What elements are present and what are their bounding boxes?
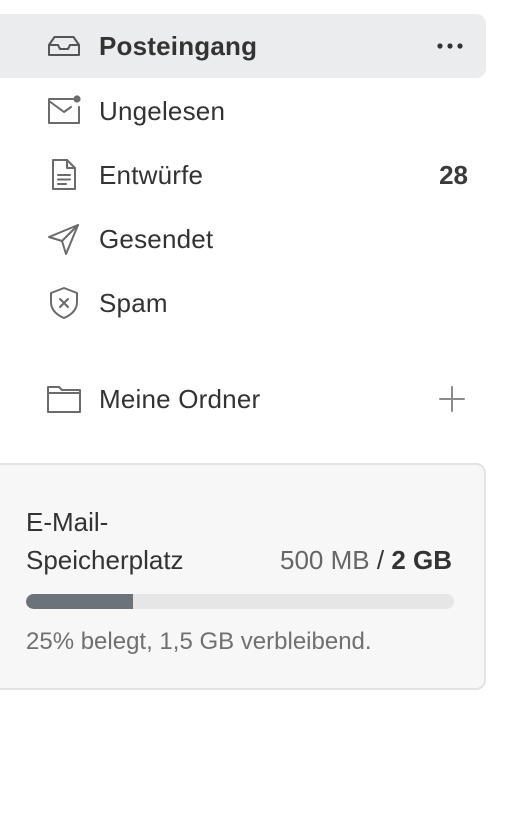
storage-progress-fill bbox=[26, 594, 133, 609]
drafts-count-badge: 28 bbox=[439, 159, 468, 190]
sidebar-item-unread[interactable]: Ungelesen bbox=[0, 79, 486, 143]
document-icon bbox=[46, 157, 82, 193]
send-icon bbox=[46, 221, 82, 257]
sidebar-item-label: Entwürfe bbox=[99, 159, 204, 190]
storage-separator: / bbox=[376, 545, 385, 575]
sidebar-item-label: Gesendet bbox=[99, 223, 214, 254]
storage-progress-bar bbox=[26, 594, 454, 609]
sidebar-item-label: Meine Ordner bbox=[99, 383, 261, 414]
sidebar-item-drafts[interactable]: Entwürfe 28 bbox=[0, 143, 486, 207]
storage-title: E-Mail-Speicherplatz bbox=[26, 507, 184, 575]
sidebar-item-label: Ungelesen bbox=[99, 95, 226, 126]
sidebar-item-my-folders[interactable]: Meine Ordner bbox=[0, 367, 486, 431]
mail-sidebar: Posteingang Ungelesen Entwürfe 28 Gesend… bbox=[0, 0, 506, 836]
more-options-icon[interactable] bbox=[432, 28, 468, 64]
sidebar-item-label: Posteingang bbox=[99, 30, 258, 61]
sidebar-item-sent[interactable]: Gesendet bbox=[0, 207, 486, 271]
storage-status-text: 25% belegt, 1,5 GB verbleibend. bbox=[26, 628, 372, 655]
sidebar-item-inbox[interactable]: Posteingang bbox=[0, 14, 486, 78]
shield-x-icon bbox=[46, 285, 82, 321]
sidebar-item-spam[interactable]: Spam bbox=[0, 271, 486, 335]
add-folder-button[interactable] bbox=[434, 381, 470, 417]
inbox-icon bbox=[46, 28, 82, 64]
envelope-unread-icon bbox=[46, 93, 82, 129]
storage-card: E-Mail-Speicherplatz 500 MB / 2 GB 25% b… bbox=[0, 463, 486, 690]
folder-icon bbox=[46, 381, 82, 417]
storage-used: 500 MB bbox=[280, 545, 370, 575]
storage-total: 2 GB bbox=[391, 545, 452, 575]
storage-usage: 500 MB / 2 GB bbox=[280, 541, 452, 579]
sidebar-item-label: Spam bbox=[99, 287, 168, 318]
